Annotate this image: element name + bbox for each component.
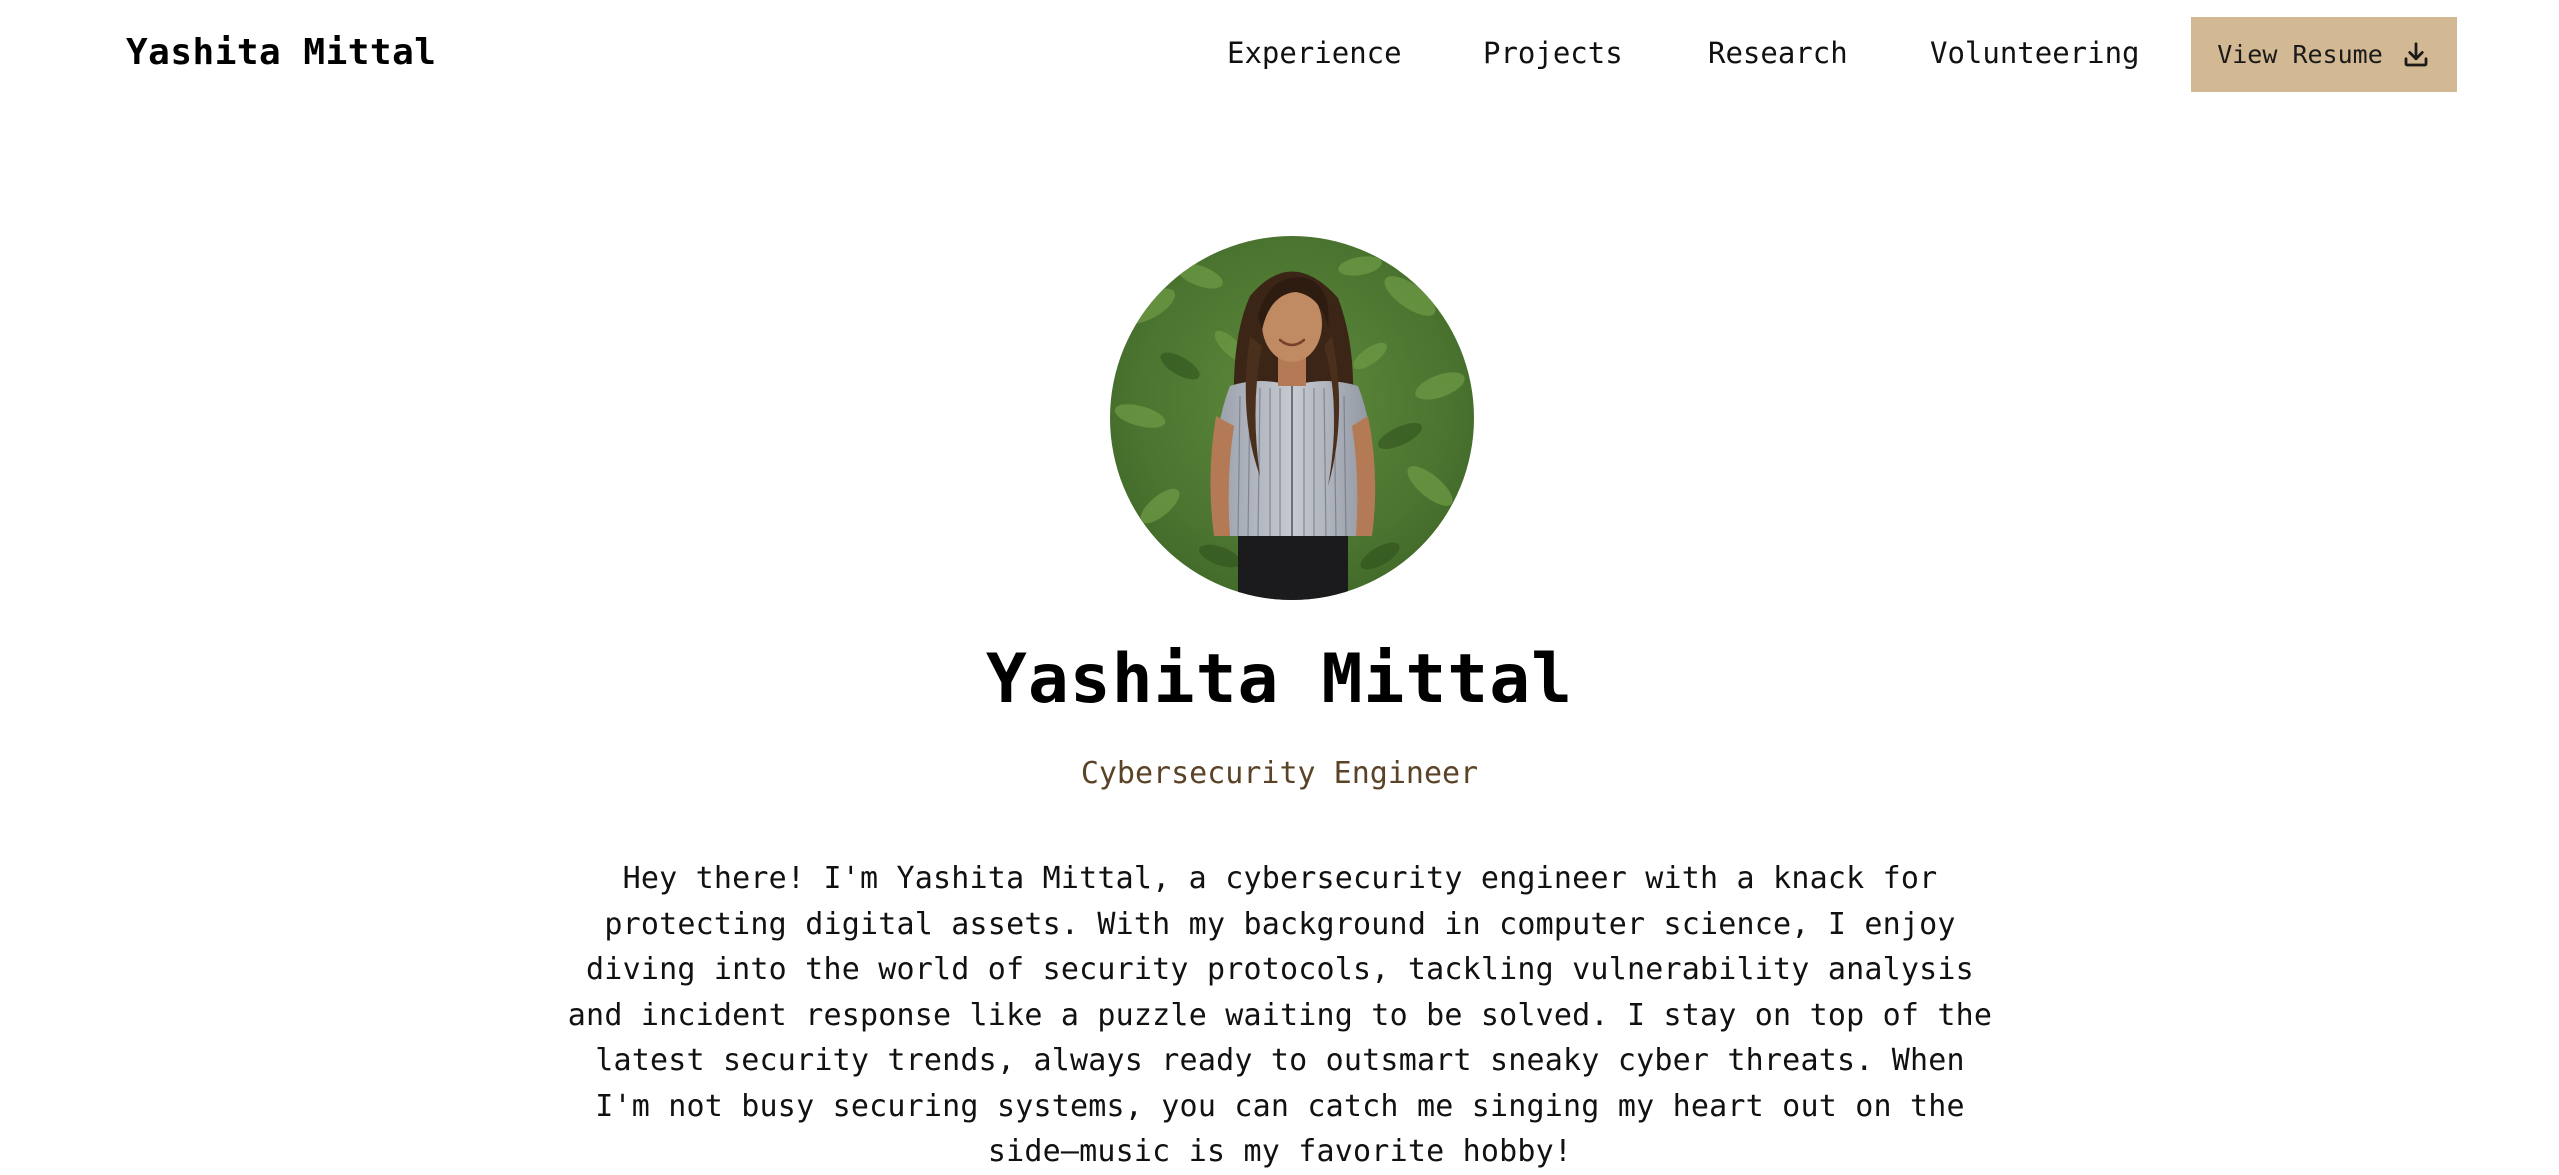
view-resume-label: View Resume <box>2217 40 2383 69</box>
download-icon <box>2401 40 2431 70</box>
top-navbar: Yashita Mittal Experience Projects Resea… <box>0 0 2559 108</box>
nav-link-experience[interactable]: Experience <box>1227 36 1402 70</box>
view-resume-button[interactable]: View Resume <box>2191 17 2457 92</box>
nav-link-research[interactable]: Research <box>1708 36 1848 70</box>
site-brand[interactable]: Yashita Mittal <box>126 32 436 73</box>
nav-link-projects[interactable]: Projects <box>1483 36 1623 70</box>
hero-bio: Hey there! I'm Yashita Mittal, a cyberse… <box>567 861 1993 1169</box>
hero-role: Cybersecurity Engineer <box>1080 756 1479 791</box>
profile-photo <box>1110 236 1474 600</box>
nav-link-volunteering[interactable]: Volunteering <box>1930 36 2140 70</box>
hero-name: Yashita Mittal <box>985 640 1574 719</box>
